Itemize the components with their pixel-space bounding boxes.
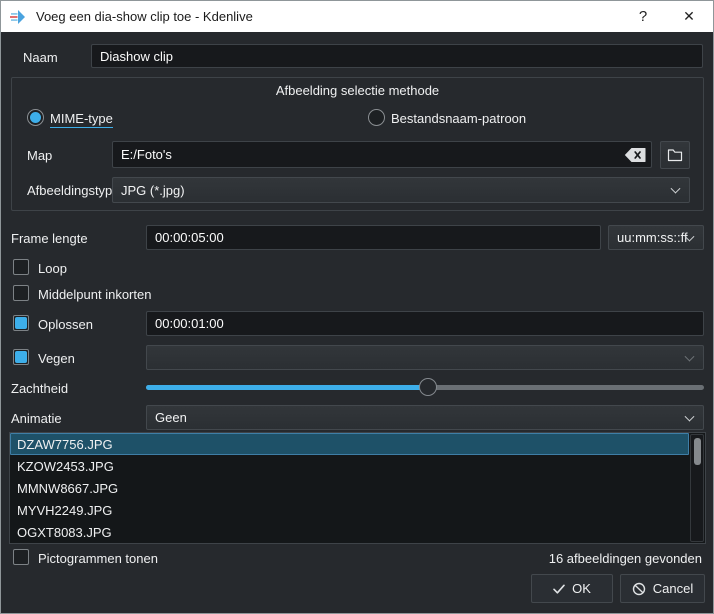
window-title: Voeg een dia-show clip toe - Kdenlive xyxy=(36,9,253,24)
chevron-down-icon xyxy=(670,183,681,194)
scrollbar[interactable] xyxy=(690,434,704,542)
browse-folder-button[interactable] xyxy=(660,141,690,169)
wipe-checkbox[interactable] xyxy=(13,349,29,365)
slider-handle[interactable] xyxy=(418,378,437,396)
cancel-button[interactable]: Cancel xyxy=(620,574,705,603)
mime-type-radio-label[interactable]: MIME-type xyxy=(50,111,113,128)
file-list[interactable]: DZAW7756.JPG KZOW2453.JPG MMNW8667.JPG MYVH… xyxy=(9,432,706,544)
folder-input[interactable] xyxy=(112,141,652,168)
dissolve-duration-input[interactable] xyxy=(146,311,704,336)
name-input[interactable] xyxy=(91,44,703,68)
cancel-button-label: Cancel xyxy=(652,581,694,596)
name-label: Naam xyxy=(23,50,58,65)
ok-button-label: OK xyxy=(572,581,591,596)
list-item[interactable]: OGXT8083.JPG xyxy=(10,521,689,543)
loop-label[interactable]: Loop xyxy=(38,261,67,276)
show-thumbnails-checkbox[interactable] xyxy=(13,549,29,565)
cancel-circle-icon xyxy=(632,582,645,595)
filename-pattern-radio[interactable] xyxy=(368,109,385,126)
file-list-rows: DZAW7756.JPG KZOW2453.JPG MMNW8667.JPG MYVH… xyxy=(10,433,689,543)
help-icon[interactable]: ? xyxy=(623,1,663,32)
animation-combobox[interactable]: Geen xyxy=(146,405,704,430)
dissolve-label[interactable]: Oplossen xyxy=(38,317,93,332)
check-icon xyxy=(553,584,565,594)
status-text: 16 afbeeldingen gevonden xyxy=(548,551,702,566)
clear-backspace-icon[interactable] xyxy=(624,147,646,162)
close-icon[interactable]: ✕ xyxy=(669,1,709,32)
folder-label: Map xyxy=(27,148,53,163)
list-item[interactable]: KZOW2453.JPG xyxy=(10,455,689,477)
crop-center-checkbox[interactable] xyxy=(13,285,29,301)
frame-length-input[interactable] xyxy=(146,225,601,250)
list-item[interactable]: DZAW7756.JPG xyxy=(10,433,689,455)
timecode-format-value: uu:mm:ss::ff xyxy=(617,230,688,245)
groupbox-title: Afbeelding selectie methode xyxy=(275,83,440,98)
titlebar: Voeg een dia-show clip toe - Kdenlive ? … xyxy=(1,1,713,32)
ok-button[interactable]: OK xyxy=(531,574,613,603)
softness-slider[interactable] xyxy=(146,378,704,396)
folder-input-wrap xyxy=(112,141,652,168)
wipe-label[interactable]: Vegen xyxy=(38,351,75,366)
image-type-label: Afbeeldingstype xyxy=(27,183,120,198)
slider-fill xyxy=(146,385,428,390)
animation-value: Geen xyxy=(155,410,187,425)
loop-checkbox[interactable] xyxy=(13,259,29,275)
image-type-value: JPG (*.jpg) xyxy=(121,182,185,198)
list-item[interactable]: MYVH2249.JPG xyxy=(10,499,689,521)
timecode-format-combobox[interactable]: uu:mm:ss::ff xyxy=(608,225,704,250)
scrollbar-thumb[interactable] xyxy=(694,438,701,465)
softness-label: Zachtheid xyxy=(11,381,69,396)
chevron-down-icon xyxy=(684,411,695,422)
animation-label: Animatie xyxy=(11,411,62,426)
add-slideshow-dialog: Voeg een dia-show clip toe - Kdenlive ? … xyxy=(0,0,714,614)
show-thumbnails-label[interactable]: Pictogrammen tonen xyxy=(38,551,158,566)
crop-center-label[interactable]: Middelpunt inkorten xyxy=(38,287,151,302)
mime-type-radio[interactable] xyxy=(27,109,44,126)
image-selection-groupbox: Afbeelding selectie methode MIME-type Be… xyxy=(11,77,704,211)
list-item[interactable]: MMNW8667.JPG xyxy=(10,477,689,499)
image-type-combobox[interactable]: JPG (*.jpg) xyxy=(112,177,690,203)
chevron-down-icon xyxy=(684,351,695,362)
folder-icon xyxy=(667,149,683,162)
kdenlive-logo-icon xyxy=(10,9,25,24)
filename-pattern-radio-label[interactable]: Bestandsnaam-patroon xyxy=(391,111,526,126)
dissolve-checkbox[interactable] xyxy=(13,315,29,331)
wipe-combobox[interactable] xyxy=(146,345,704,370)
frame-length-label: Frame lengte xyxy=(11,231,88,246)
